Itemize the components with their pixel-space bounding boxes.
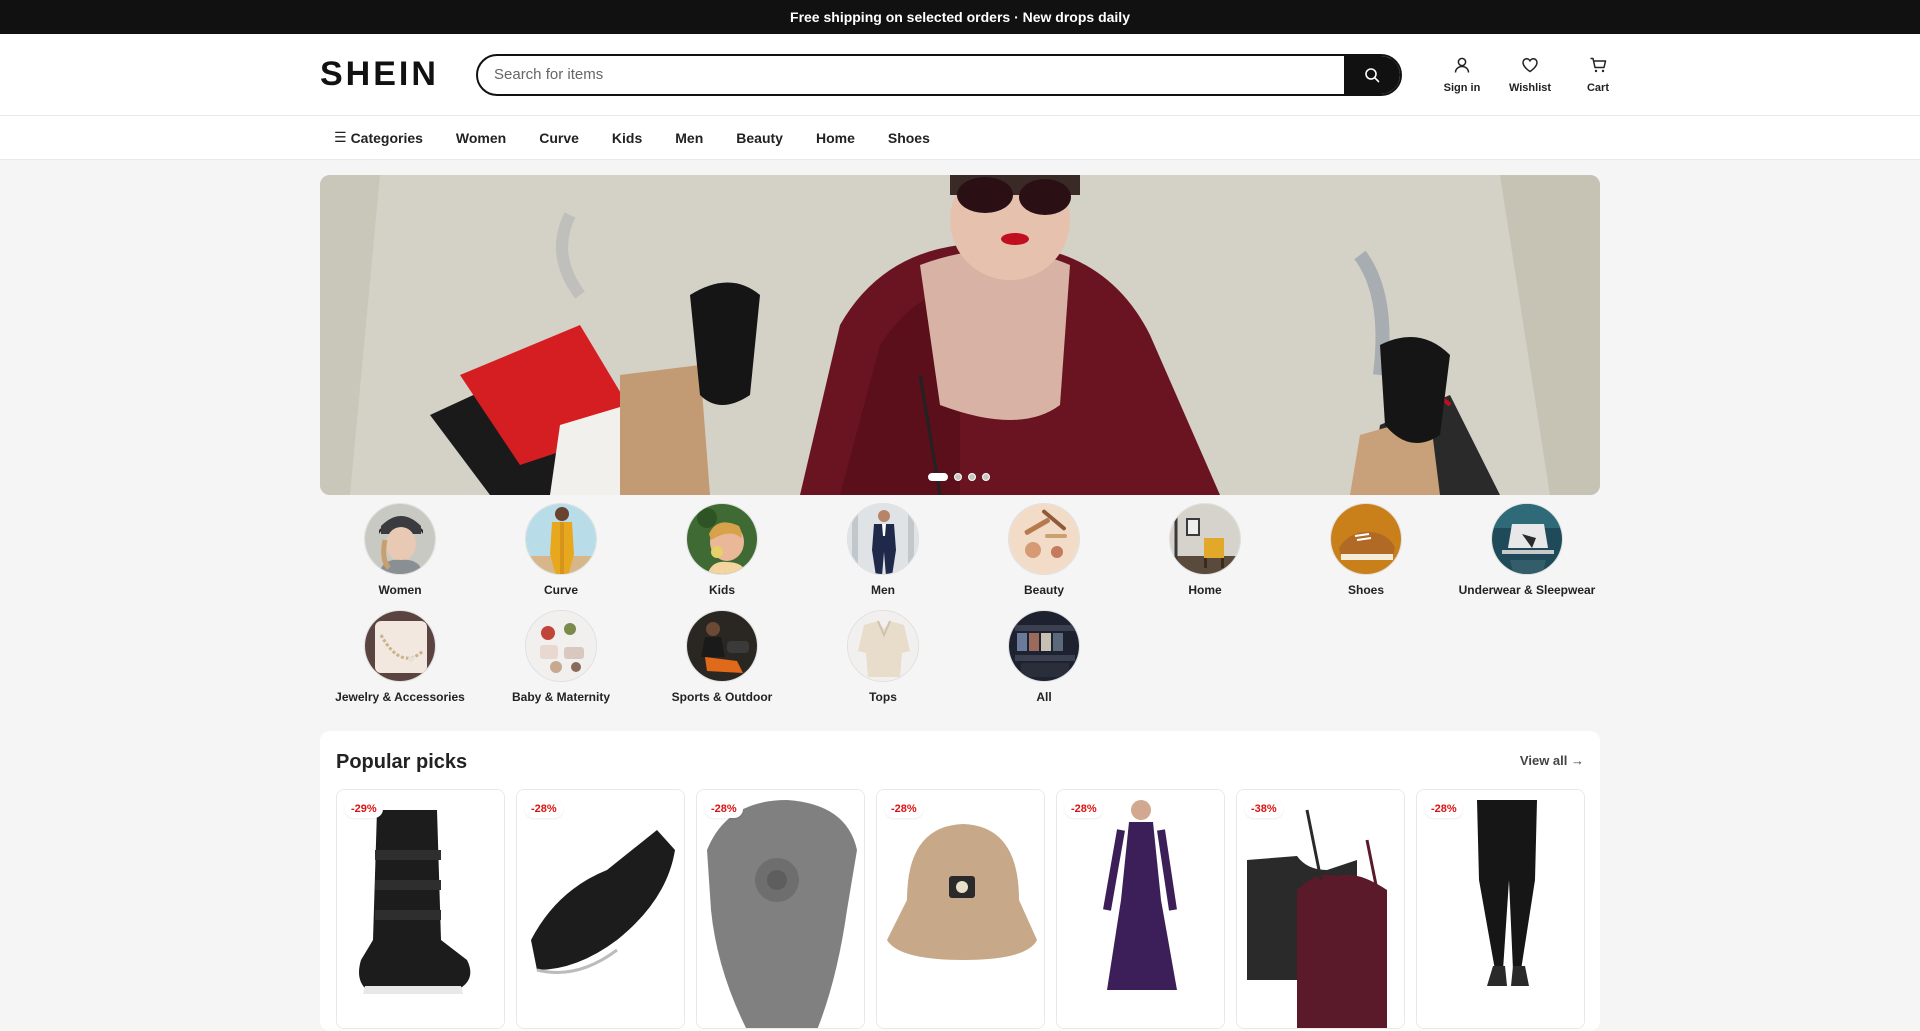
category-underwear-image: [1491, 503, 1563, 575]
sign-in-label: Sign in: [1443, 81, 1481, 94]
nav-women[interactable]: Women: [456, 130, 506, 146]
category-jewelry-accessories[interactable]: Jewelry & Accessories: [320, 610, 480, 704]
nav-kids[interactable]: Kids: [612, 130, 642, 146]
nav-beauty[interactable]: Beauty: [736, 130, 783, 146]
product-card[interactable]: -28%: [696, 789, 865, 1029]
category-tops-image: [847, 610, 919, 682]
category-label: Women: [378, 583, 422, 597]
header-actions: Sign in Wishlist Cart: [1428, 56, 1632, 94]
product-image: [517, 790, 684, 1028]
logo[interactable]: SHEIN: [320, 55, 456, 94]
category-kids[interactable]: Kids: [642, 503, 802, 597]
wishlist-button[interactable]: Wishlist: [1496, 56, 1564, 94]
category-label: Beauty: [1023, 583, 1064, 597]
category-label: Jewelry & Accessories: [335, 690, 465, 704]
category-women-image: [364, 503, 436, 575]
carousel-dots: [928, 473, 990, 481]
category-label: Shoes: [1347, 583, 1384, 597]
category-baby-image: [525, 610, 597, 682]
category-sports-image: [686, 610, 758, 682]
discount-badge: -28%: [1425, 800, 1463, 818]
category-label: Curve: [543, 583, 578, 597]
nav-home[interactable]: Home: [816, 130, 855, 146]
category-home-image: [1169, 503, 1241, 575]
category-beauty-image: [1008, 503, 1080, 575]
category-label: All: [1036, 690, 1052, 704]
category-beauty[interactable]: Beauty: [964, 503, 1124, 597]
search-input[interactable]: [478, 55, 1344, 94]
category-label: Sports & Outdoor: [671, 690, 773, 704]
category-curve-image: [525, 503, 597, 575]
sign-in-button[interactable]: Sign in: [1428, 56, 1496, 94]
product-card[interactable]: -28%: [1416, 789, 1585, 1029]
category-women[interactable]: Women: [320, 503, 480, 597]
product-card[interactable]: -28%: [1056, 789, 1225, 1029]
search-button[interactable]: [1344, 55, 1400, 94]
popular-picks-section: Popular picks View all → -29% -28% -28% …: [320, 731, 1600, 1031]
product-image: [1237, 790, 1404, 1028]
discount-badge: -28%: [525, 800, 563, 818]
category-label: Kids: [708, 583, 735, 597]
category-label: Men: [871, 583, 895, 597]
cart-label: Cart: [1586, 81, 1609, 94]
discount-badge: -28%: [1065, 800, 1103, 818]
product-card[interactable]: -28%: [516, 789, 685, 1029]
hero-image: [320, 175, 1600, 495]
announcement-bar: Free shipping on selected orders · New d…: [0, 0, 1920, 34]
cart-icon: [1590, 57, 1607, 72]
carousel-dot-3[interactable]: [968, 473, 976, 481]
product-card[interactable]: -38%: [1236, 789, 1405, 1029]
view-all-link[interactable]: View all →: [1520, 753, 1584, 768]
category-shoes[interactable]: Shoes: [1286, 503, 1446, 597]
cart-button[interactable]: Cart: [1564, 56, 1632, 94]
discount-badge: -38%: [1245, 800, 1283, 818]
user-icon: [1454, 57, 1470, 73]
category-label: Tops: [869, 690, 897, 704]
category-tops[interactable]: Tops: [803, 610, 963, 704]
hero-banner[interactable]: [320, 175, 1600, 495]
category-label: Home: [1188, 583, 1222, 597]
discount-badge: -29%: [345, 800, 383, 818]
discount-badge: -28%: [705, 800, 743, 818]
wishlist-label: Wishlist: [1508, 81, 1552, 94]
category-men[interactable]: Men: [803, 503, 963, 597]
product-image: [1057, 790, 1224, 1028]
product-image: [1417, 790, 1584, 1028]
carousel-dot-2[interactable]: [954, 473, 962, 481]
category-nav: ☰ Categories Women Curve Kids Men Beauty …: [0, 116, 1920, 160]
category-sports-outdoor[interactable]: Sports & Outdoor: [642, 610, 802, 704]
announcement-text: Free shipping on selected orders · New d…: [790, 9, 1130, 25]
category-men-image: [847, 503, 919, 575]
search-bar: [476, 53, 1402, 96]
category-home[interactable]: Home: [1125, 503, 1285, 597]
product-image: [877, 790, 1044, 1028]
product-card[interactable]: -28%: [876, 789, 1045, 1029]
nav-curve[interactable]: Curve: [539, 130, 579, 146]
category-shoes-image: [1330, 503, 1402, 575]
header: SHEIN Sign in Wishlist Cart: [0, 34, 1920, 116]
section-title: Popular picks: [336, 751, 468, 773]
nav-shoes[interactable]: Shoes: [888, 130, 930, 146]
discount-badge: -28%: [885, 800, 923, 818]
category-jewelry-image: [364, 610, 436, 682]
category-label: Baby & Maternity: [511, 690, 611, 704]
carousel-dot-1[interactable]: [928, 473, 948, 481]
category-label: Underwear & Sleepwear: [1458, 583, 1596, 597]
search-icon: [1365, 67, 1380, 82]
category-all-image: [1008, 610, 1080, 682]
nav-categories[interactable]: ☰ Categories: [334, 129, 423, 146]
product-image: [697, 790, 864, 1028]
menu-icon: ☰: [334, 129, 347, 145]
category-all[interactable]: All: [964, 610, 1124, 704]
product-image: [337, 790, 504, 1028]
product-card[interactable]: -29%: [336, 789, 505, 1029]
carousel-dot-4[interactable]: [982, 473, 990, 481]
category-kids-image: [686, 503, 758, 575]
category-baby-maternity[interactable]: Baby & Maternity: [481, 610, 641, 704]
category-underwear-sleepwear[interactable]: Underwear & Sleepwear: [1447, 503, 1607, 597]
heart-icon: [1522, 57, 1538, 72]
nav-men[interactable]: Men: [675, 130, 703, 146]
category-curve[interactable]: Curve: [481, 503, 641, 597]
